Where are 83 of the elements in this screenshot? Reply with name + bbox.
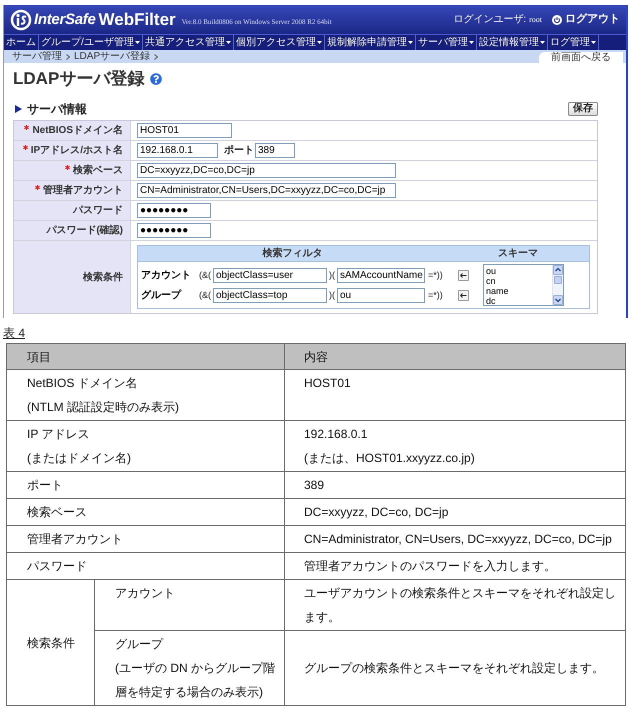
arrow-left-icon	[460, 292, 467, 298]
password-field[interactable]: ●●●●●●●●	[137, 223, 211, 238]
filter-prefix: (&(	[199, 268, 212, 282]
insert-button[interactable]	[458, 290, 469, 300]
item-text: 検索ベース	[27, 504, 88, 521]
text-field[interactable]: HOST01	[137, 123, 232, 138]
column-header: 項目	[6, 344, 284, 370]
scrollbar-thumb[interactable]	[554, 276, 562, 284]
item-text: (ユーザの DN からグループ階層を特定する場合のみ表示)	[115, 660, 276, 701]
filter-field[interactable]: objectClass=top	[213, 288, 327, 302]
content-text: ユーザアカウントの検索条件とスキーマをそれぞれ設定します。	[304, 585, 617, 626]
login-label: ログインユーザ:	[453, 14, 526, 26]
content-text: 192.168.0.1	[304, 426, 368, 443]
content-text: 管理者アカウントのパスワードを入力します。	[304, 558, 557, 575]
port-field[interactable]: 389	[255, 143, 295, 158]
insert-button[interactable]	[458, 270, 469, 280]
arrow-left-icon	[460, 272, 467, 278]
password-field[interactable]: ●●●●●●●●	[137, 203, 211, 218]
scrollbar[interactable]	[552, 265, 563, 305]
text-field[interactable]: CN=Administrator,CN=Users,DC=xxyyzz,DC=co,DC=jp	[137, 183, 396, 198]
filter-prefix: (&(	[199, 288, 212, 302]
item-text: アカウント	[115, 585, 176, 602]
host-field[interactable]: 192.168.0.1	[137, 143, 218, 158]
item-text: グループ	[115, 636, 164, 653]
table-caption: 表 4	[3, 326, 26, 340]
attribute-field[interactable]: ou	[337, 288, 425, 302]
content-text: HOST01	[304, 375, 352, 392]
content-text: (または、HOST01.xxyyzz.co.jp)	[304, 450, 476, 467]
power-icon	[552, 14, 562, 24]
scroll-down-icon[interactable]	[553, 295, 563, 305]
item-text: ポート	[27, 477, 64, 494]
field-label: 検索ベース	[73, 164, 123, 177]
page-title: LDAPサーバ登録	[13, 68, 144, 90]
field-label: パスワード(確認)	[46, 224, 123, 237]
triangle-right-icon	[15, 105, 22, 113]
logo-emblem-icon	[10, 8, 32, 30]
text-field[interactable]: DC=xxyyzz,DC=co,DC=jp	[137, 163, 396, 178]
filter-separator: )(	[328, 288, 336, 302]
filter-suffix: =*))	[428, 288, 444, 302]
chevron-right-icon	[66, 54, 70, 60]
column-header: スキーマ	[496, 247, 539, 261]
field-label: パスワード	[73, 204, 123, 217]
column-header: 検索フィルタ	[261, 246, 324, 261]
list-option[interactable]: name	[486, 286, 552, 296]
filter-suffix: =*))	[428, 268, 444, 282]
back-link[interactable]: 前画面へ戻る	[539, 52, 623, 63]
logo-text: WebFilter	[98, 10, 176, 30]
schema-listbox[interactable]: ou cn name dc	[483, 264, 564, 306]
breadcrumb-link[interactable]: LDAPサーバ登録	[74, 50, 150, 63]
logo-text: InterSafe	[34, 10, 96, 28]
chevron-right-icon	[154, 54, 158, 60]
section-title: サーバ情報	[27, 102, 87, 116]
item-text: パスワード	[27, 558, 88, 575]
field-label: 管理者アカウント	[43, 184, 123, 197]
attribute-field[interactable]: sAMAccountName	[337, 268, 425, 282]
content-text: グループの検索条件とスキーマをそれぞれ設定します。	[304, 660, 605, 677]
field-label: 検索条件	[83, 270, 123, 284]
item-text: IP アドレス	[27, 426, 90, 443]
login-user: root	[529, 14, 542, 24]
list-option[interactable]: dc	[486, 296, 552, 306]
content-text: DC=xxyyzz, DC=co, DC=jp	[304, 504, 450, 521]
field-label: IPアドレス/ホスト名	[30, 144, 123, 157]
item-text: (NTLM 認証設定時のみ表示)	[27, 399, 180, 416]
breadcrumb-link[interactable]: サーバ管理	[12, 50, 62, 63]
list-option[interactable]: ou	[486, 266, 552, 276]
field-label: NetBIOSドメイン名	[32, 124, 123, 137]
item-text: (またはドメイン名)	[27, 450, 132, 467]
help-icon[interactable]	[150, 73, 162, 85]
filter-field[interactable]: objectClass=user	[213, 268, 327, 282]
item-text: 検索条件	[27, 634, 76, 652]
filter-label: アカウント	[141, 268, 192, 282]
save-button[interactable]: 保存	[568, 102, 598, 116]
list-option[interactable]: cn	[486, 276, 552, 286]
port-label: ポート	[224, 144, 254, 157]
item-text: 管理者アカウント	[27, 531, 124, 548]
scroll-up-icon[interactable]	[553, 265, 563, 275]
filter-separator: )(	[328, 268, 336, 282]
content-text: 389	[304, 477, 326, 494]
column-header: 内容	[284, 344, 626, 370]
item-text: NetBIOS ドメイン名	[27, 375, 139, 392]
filter-label: グループ	[141, 288, 182, 302]
content-text: CN=Administrator, CN=Users, DC=xxyyzz, DC=co, DC=jp	[304, 531, 613, 548]
logout-link[interactable]: ログアウト	[552, 13, 620, 26]
